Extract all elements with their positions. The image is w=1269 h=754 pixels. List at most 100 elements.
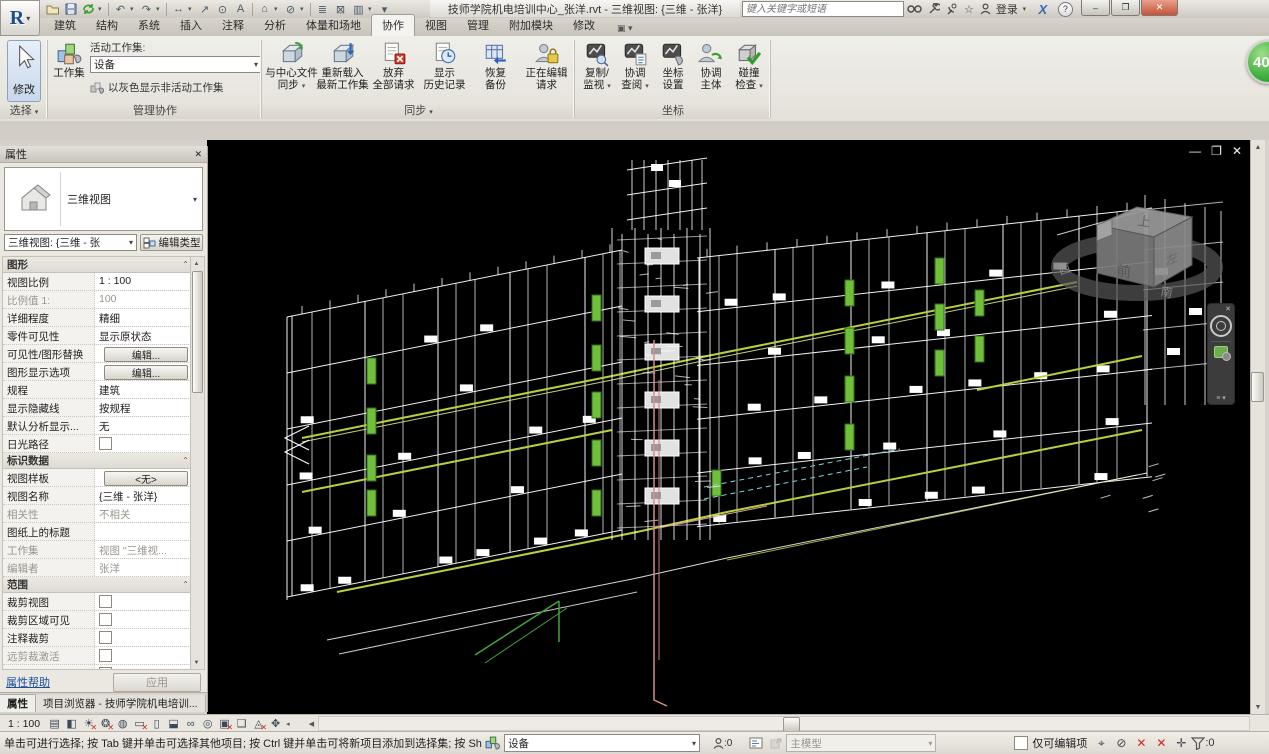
- checkbox[interactable]: [99, 631, 112, 644]
- edit-button[interactable]: 编辑...: [104, 347, 188, 362]
- palette-scroll-thumb[interactable]: [192, 271, 203, 393]
- tab-协作[interactable]: 协作: [371, 14, 415, 36]
- temporary-view-properties-icon[interactable]: ❑: [233, 716, 250, 731]
- navigation-bar[interactable]: ✕ ≡ ▾: [1207, 303, 1235, 405]
- shadows-icon[interactable]: ❂✕: [97, 716, 114, 731]
- close-button[interactable]: ✕: [1141, 0, 1178, 16]
- scroll-left-arrow[interactable]: ◀: [305, 716, 318, 731]
- property-value[interactable]: 100: [95, 291, 193, 308]
- workset-status-icon[interactable]: [482, 734, 502, 752]
- zoom-tool-icon[interactable]: [1214, 346, 1228, 358]
- view-scale-label[interactable]: 1 : 100: [8, 718, 40, 730]
- worksets-button[interactable]: 工作集: [50, 38, 88, 104]
- favorites-star-icon[interactable]: ☆: [961, 1, 977, 17]
- minimize-button[interactable]: –: [1081, 0, 1110, 16]
- property-value[interactable]: 张洋: [95, 559, 193, 576]
- application-menu-button[interactable]: R ▾: [0, 0, 40, 36]
- horizontal-scroll-thumb[interactable]: [783, 717, 800, 732]
- navbar-menu-icon[interactable]: ≡ ▾: [1216, 394, 1226, 404]
- view-close-icon[interactable]: ✕: [1232, 144, 1242, 158]
- tab-建筑[interactable]: 建筑: [44, 15, 86, 36]
- property-value[interactable]: 编辑...: [95, 345, 193, 362]
- chevron-down-icon[interactable]: ▾: [130, 5, 137, 13]
- detail-level-icon[interactable]: ▤: [46, 716, 63, 731]
- close-icon[interactable]: ✕: [194, 149, 202, 160]
- tab-管理[interactable]: 管理: [457, 15, 499, 36]
- chevron-down-icon[interactable]: ▾: [193, 195, 202, 204]
- chevron-down-icon[interactable]: ▾: [188, 5, 195, 13]
- lock-3d-view-icon[interactable]: ⬓: [165, 716, 182, 731]
- tab-分析[interactable]: 分析: [254, 15, 296, 36]
- worksharing-dialog-icon[interactable]: [746, 734, 766, 752]
- unpin-permitted-icon[interactable]: ✕: [1131, 734, 1151, 752]
- editable-only-checkbox[interactable]: [1014, 736, 1028, 750]
- sync-central-button[interactable]: 与中心文件同步 ▾: [265, 38, 318, 104]
- checkbox[interactable]: [99, 437, 112, 450]
- tab-结构[interactable]: 结构: [86, 15, 128, 36]
- reveal-hidden-elements-icon[interactable]: ◎: [199, 716, 216, 731]
- property-value[interactable]: [95, 647, 193, 664]
- editing-requests-icon[interactable]: [708, 734, 728, 752]
- property-value[interactable]: [95, 435, 193, 452]
- restore-backup-button[interactable]: 恢复备份: [469, 38, 522, 104]
- tab-注释[interactable]: 注释: [212, 15, 254, 36]
- drawing-area[interactable]: — ❐ ✕ 西 南 上 前 左 ✕ ≡ ▾: [207, 140, 1250, 714]
- show-rendering-dialog-icon[interactable]: ◍: [114, 716, 131, 731]
- copy-monitor-button[interactable]: 复制/监视 ▾: [577, 38, 617, 104]
- tab-体量和场地[interactable]: 体量和场地: [296, 15, 371, 36]
- property-value[interactable]: 显示原状态: [95, 327, 193, 344]
- edit-type-button[interactable]: 编辑类型: [140, 234, 203, 251]
- selection-filter[interactable]: :0: [1191, 737, 1214, 750]
- cancel-selection-icon[interactable]: ✕: [1151, 734, 1171, 752]
- collapse-arrow-icon[interactable]: ◂: [286, 720, 290, 728]
- show-history-button[interactable]: 显示历史记录: [418, 38, 471, 104]
- palette-scroll-down[interactable]: ▼: [191, 657, 202, 668]
- search-box[interactable]: [742, 1, 904, 17]
- steering-wheel-icon[interactable]: [1210, 315, 1232, 337]
- property-value[interactable]: 按规程: [95, 399, 193, 416]
- sign-in-label[interactable]: 登录: [996, 1, 1018, 17]
- interference-check-button[interactable]: 碰撞检查 ▾: [729, 38, 769, 104]
- chevron-down-icon[interactable]: ▾: [1018, 1, 1031, 17]
- property-value[interactable]: [95, 665, 193, 670]
- instance-selector-dropdown[interactable]: 三维视图: {三维 - 张▾: [4, 234, 137, 251]
- coordination-review-button[interactable]: 协调查阅 ▾: [615, 38, 655, 104]
- checkbox[interactable]: [99, 649, 112, 662]
- view-cube[interactable]: 西 南 上 前 左: [1042, 195, 1232, 305]
- search-icon[interactable]: [904, 1, 925, 17]
- subscription-center-icon[interactable]: [925, 1, 943, 17]
- scroll-up-arrow[interactable]: ▲: [1251, 140, 1265, 154]
- chevron-down-icon[interactable]: ▾: [156, 5, 163, 13]
- crop-region-visible-icon[interactable]: ▯: [148, 716, 165, 731]
- view-minimize-icon[interactable]: —: [1189, 144, 1201, 158]
- analytical-model-icon[interactable]: ◬✕: [250, 716, 267, 731]
- vertical-scrollbar[interactable]: ▲ ▼: [1250, 140, 1265, 714]
- worksharing-display-icon[interactable]: ▣✕: [216, 716, 233, 731]
- ribbon-display-toggle[interactable]: ▣ ▾: [613, 21, 637, 36]
- scroll-down-arrow[interactable]: ▼: [1251, 700, 1265, 714]
- property-value[interactable]: [95, 593, 193, 610]
- relinquish-icon[interactable]: [766, 734, 786, 752]
- tab-视图[interactable]: 视图: [415, 15, 457, 36]
- property-value[interactable]: 1 : 100: [95, 273, 193, 290]
- drag-elements-icon[interactable]: ✛: [1171, 734, 1191, 752]
- properties-help-link[interactable]: 属性帮助: [6, 674, 50, 690]
- tab-project-browser[interactable]: 项目浏览器 - 技师学院机电培训...: [36, 695, 206, 712]
- edit-button[interactable]: <无>: [104, 471, 188, 486]
- editing-requests-button[interactable]: 正在编辑请求: [520, 38, 573, 104]
- select-panel-label[interactable]: 选择 ▾: [0, 104, 48, 119]
- reload-latest-button[interactable]: 重新载入最新工作集: [316, 38, 369, 104]
- exchange-apps-icon[interactable]: X: [1039, 2, 1048, 17]
- property-value[interactable]: <无>: [95, 469, 193, 486]
- gray-inactive-worksets-toggle[interactable]: 以灰色显示非活动工作集: [90, 80, 224, 95]
- tab-修改[interactable]: 修改: [563, 15, 605, 36]
- section-header-图形[interactable]: 图形⌃: [3, 257, 193, 273]
- properties-title-bar[interactable]: 属性 ✕: [0, 146, 207, 163]
- crop-view-icon[interactable]: ▭✕: [131, 716, 148, 731]
- property-value[interactable]: [95, 629, 193, 646]
- coordination-settings-button[interactable]: 坐标设置: [653, 38, 693, 104]
- search-input[interactable]: [743, 3, 903, 15]
- highlight-displacement-icon[interactable]: ✥: [267, 716, 284, 731]
- active-workset-dropdown[interactable]: 设备▾: [90, 56, 262, 73]
- chevron-down-icon[interactable]: ▾: [368, 5, 375, 13]
